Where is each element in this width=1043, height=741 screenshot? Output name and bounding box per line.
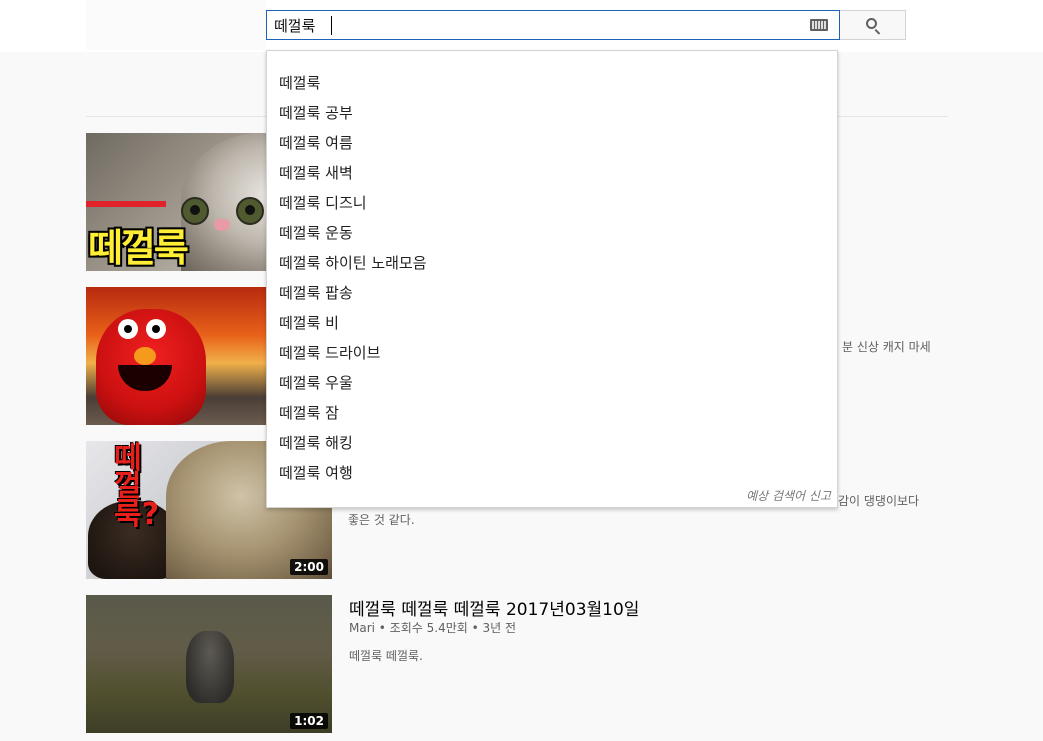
video-title[interactable]: 떼껄룩 떼껄룩 떼껄룩 2017년03월10일 [349, 595, 639, 620]
cat-eye [236, 197, 264, 225]
cat-nose [214, 219, 230, 231]
search-button[interactable] [840, 10, 906, 40]
suggestion-item[interactable]: 떼껄룩 공부 [267, 98, 837, 128]
suggestion-item[interactable]: 떼껄룩 우울 [267, 368, 837, 398]
suggestion-item[interactable]: 떼껄룩 해킹 [267, 428, 837, 458]
video-result[interactable]: 1:02 떼껄룩 떼껄룩 떼껄룩 2017년03월10일 Mari • 조회수 … [86, 595, 948, 735]
youtube-search-page: 떼껄룩 분 신상 캐지 마세 떼껄룩? 2:00 감이 댕댕이보다 좋은 것 같… [0, 0, 1043, 741]
video-description: 감이 댕댕이보다 [838, 494, 920, 508]
search-box[interactable] [266, 10, 840, 40]
suggestion-item[interactable]: 떼껄룩 운동 [267, 218, 837, 248]
video-thumbnail[interactable]: 1:02 [86, 595, 332, 733]
keyboard-icon[interactable] [810, 19, 828, 31]
duration-badge: 2:00 [290, 559, 328, 575]
masthead [0, 0, 1043, 52]
suggestion-item[interactable]: 떼껄룩 드라이브 [267, 338, 837, 368]
autocomplete-dropdown: 떼껄룩 떼껄룩 공부 떼껄룩 여름 떼껄룩 새벽 떼껄룩 디즈니 떼껄룩 운동 … [266, 50, 838, 508]
video-description-line2: 좋은 것 같다. [348, 513, 415, 527]
elmo-image [96, 309, 206, 425]
logo-area[interactable] [86, 0, 266, 50]
suggestion-item[interactable]: 떼껄룩 팝송 [267, 278, 837, 308]
suggestion-item[interactable]: 떼껄룩 새벽 [267, 158, 837, 188]
suggestion-item[interactable]: 떼껄룩 하이틴 노래모음 [267, 248, 837, 278]
video-meta: Mari • 조회수 5.4만회 • 3년 전 [349, 621, 517, 635]
video-description: 분 신상 캐지 마세 [842, 340, 931, 354]
thumbnail-strike [86, 201, 166, 207]
suggestion-item[interactable]: 떼껄룩 비 [267, 308, 837, 338]
character-image [186, 631, 234, 703]
elmo-eye [118, 319, 138, 339]
suggestion-item[interactable]: 떼껄룩 여름 [267, 128, 837, 158]
report-suggestions-link[interactable]: 예상 검색어 신고 [746, 487, 831, 504]
search-icon [866, 18, 877, 29]
elmo-eye [146, 319, 166, 339]
elmo-nose [134, 347, 156, 365]
suggestion-item[interactable]: 떼껄룩 디즈니 [267, 188, 837, 218]
suggestion-item[interactable]: 떼껄룩 여행 [267, 458, 837, 488]
elmo-mouth [118, 365, 172, 391]
suggestion-item[interactable]: 떼껄룩 잠 [267, 398, 837, 428]
thumbnail-text: 떼껄룩 [88, 226, 189, 270]
video-description: 떼껄룩 떼껄룩. [349, 649, 423, 663]
duration-badge: 1:02 [290, 713, 328, 729]
thumbnail-text: 떼껄룩? [114, 441, 160, 532]
text-caret [331, 16, 332, 35]
search-input[interactable] [267, 11, 797, 39]
suggestion-item[interactable]: 떼껄룩 [267, 68, 837, 98]
